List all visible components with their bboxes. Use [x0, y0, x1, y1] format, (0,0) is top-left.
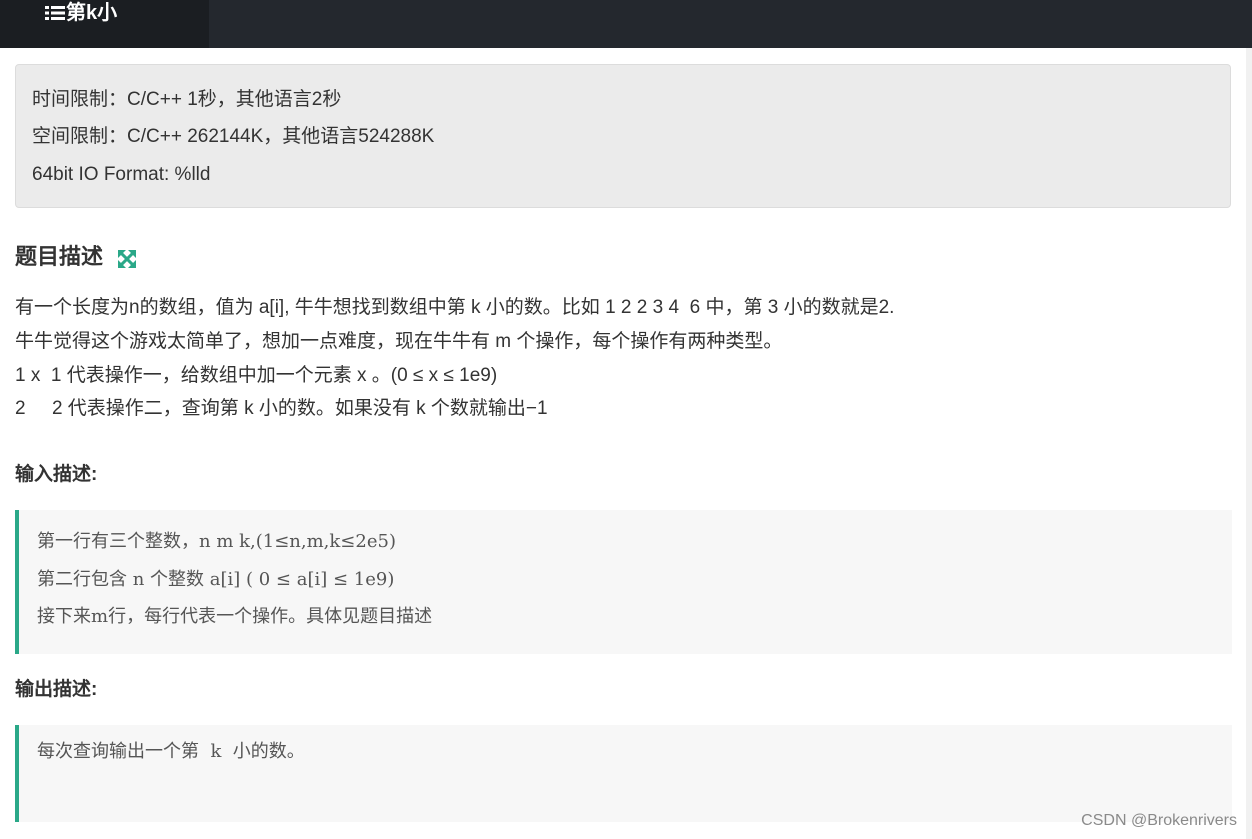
input-line: 第二行包含 n 个整数 a[i] ( 0 ≤ a[i] ≤ 1e9) — [37, 569, 395, 590]
space-limit: 空间限制：C/C++ 262144K，其他语言524288K — [32, 126, 435, 147]
limits-panel: 时间限制：C/C++ 1秒，其他语言2秒 空间限制：C/C++ 262144K，… — [15, 64, 1231, 208]
expand-icon[interactable] — [117, 249, 137, 269]
io-format: 64bit IO Format: %lld — [32, 164, 211, 185]
description-heading: 题目描述 — [15, 244, 104, 269]
description-line: 牛牛觉得这个游戏太简单了，想加一点难度，现在牛牛有 m 个操作，每个操作有两种类… — [15, 331, 783, 352]
watermark: CSDN @Brokenrivers — [1081, 812, 1237, 829]
input-heading: 输入描述: — [15, 464, 98, 485]
output-line: 每次查询输出一个第 k 小的数。 — [37, 741, 305, 762]
output-heading: 输出描述: — [15, 679, 98, 700]
description-line: 2 2 代表操作二，查询第 k 小的数。如果没有 k 个数就输出−1 — [15, 398, 548, 419]
input-line: 第一行有三个整数，n m k,(1≤n,m,k≤2e5) — [37, 531, 396, 552]
input-description-box: 第一行有三个整数，n m k,(1≤n,m,k≤2e5) 第二行包含 n 个整数… — [15, 510, 1232, 654]
description-line: 1 x 1 代表操作一，给数组中加一个元素 x 。(0 ≤ x ≤ 1e9) — [15, 365, 498, 386]
top-navbar: 第k小 — [0, 0, 1252, 48]
problem-title: 第k小 — [66, 2, 118, 24]
description-line: 有一个长度为n的数组，值为 a[i], 牛牛想找到数组中第 k 小的数。比如 1… — [15, 297, 895, 318]
problem-tab[interactable]: 第k小 — [0, 0, 209, 48]
time-limit: 时间限制：C/C++ 1秒，其他语言2秒 — [32, 89, 342, 110]
output-description-box: 每次查询输出一个第 k 小的数。 — [15, 725, 1232, 822]
list-icon — [45, 6, 65, 20]
input-line: 接下来m行，每行代表一个操作。具体见题目描述 — [37, 606, 433, 627]
page-scrollbar[interactable] — [1246, 48, 1252, 839]
